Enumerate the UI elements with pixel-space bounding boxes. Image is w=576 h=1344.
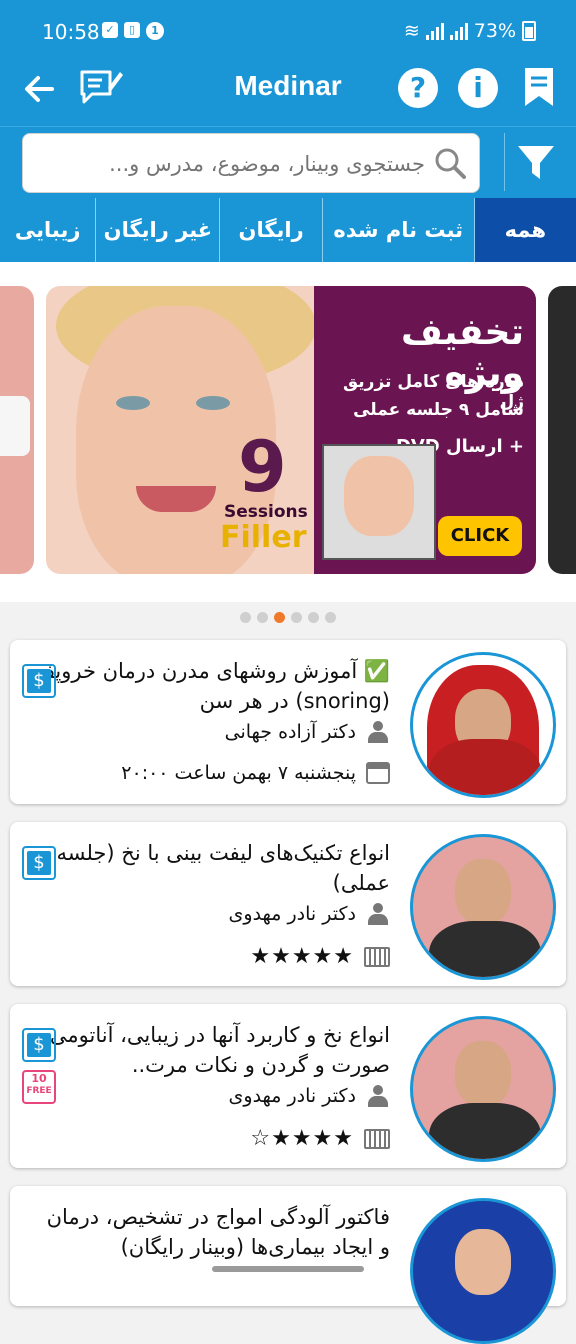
- carousel-dot[interactable]: [325, 612, 336, 623]
- rating-stars: ★★★★☆: [250, 1126, 354, 1151]
- search-input[interactable]: [33, 146, 427, 182]
- previous-banner-slide[interactable]: [0, 286, 34, 574]
- tab-free[interactable]: رایگان: [220, 198, 323, 262]
- gesture-nav-bar[interactable]: [212, 1266, 364, 1272]
- battery-icon: [522, 21, 536, 41]
- teacher-avatar: [410, 1016, 556, 1162]
- webinar-title: فاکتور آلودگی امواج در تشخیص، درمان و ای…: [46, 1205, 390, 1259]
- carousel-dot[interactable]: [257, 612, 268, 623]
- banner-click-button[interactable]: CLICK: [438, 516, 522, 556]
- webinar-card[interactable]: انواع نخ و کاربرد آنها در زیبایی، آناتوم…: [10, 1004, 566, 1168]
- filter-icon: [518, 146, 554, 179]
- teacher-icon: [366, 720, 390, 744]
- banner-slide[interactable]: 9 Sessions Filler تخفیف ویژه دوره های کا…: [46, 286, 536, 574]
- webinar-schedule: پنجشنبه ۷ بهمن ساعت ۲۰:۰۰: [121, 762, 356, 784]
- banner-number: 9: [238, 426, 287, 508]
- notification-count-badge: 1: [146, 22, 164, 40]
- webinar-title: انواع نخ و کاربرد آنها در زیبایی، آناتوم…: [49, 1023, 390, 1077]
- carousel-dot[interactable]: [308, 612, 319, 623]
- paid-badge: $: [22, 846, 56, 880]
- status-time: 10:58: [42, 20, 100, 44]
- app-bar: Medinar ? i: [0, 62, 576, 126]
- teacher-name: دکتر نادر مهدوی: [228, 1085, 356, 1107]
- banner-product-label: Filler: [220, 520, 307, 555]
- tab-beauty[interactable]: زیبایی: [0, 198, 97, 262]
- teacher-icon: [366, 902, 390, 926]
- sim-notification-icon: ▯: [124, 22, 140, 38]
- free-10-badge: 10 FREE: [22, 1070, 56, 1104]
- teacher-icon: [366, 1084, 390, 1108]
- teacher-name: دکتر آزاده جهانی: [224, 721, 356, 743]
- webinar-title: ✅ آموزش روشهای مدرن درمان خروپف (snoring…: [33, 659, 390, 713]
- dvd-cover-image: [322, 444, 436, 560]
- search-row: [0, 126, 576, 199]
- teacher-avatar: [410, 652, 556, 798]
- webinar-card[interactable]: فاکتور آلودگی امواج در تشخیص، درمان و ای…: [10, 1186, 566, 1344]
- paid-badge: $: [22, 1028, 56, 1062]
- dollar-icon: $: [27, 669, 51, 693]
- info-button[interactable]: i: [458, 68, 498, 108]
- dollar-icon: $: [27, 1033, 51, 1057]
- dollar-icon: $: [27, 851, 51, 875]
- status-bar: 10:58 ✓ ▯ 1 ≋ 73%: [0, 0, 576, 62]
- carousel-dot[interactable]: [240, 612, 251, 623]
- teacher-avatar: [410, 1198, 556, 1344]
- checkbox-notification-icon: ✓: [102, 22, 118, 38]
- paid-badge: $: [22, 664, 56, 698]
- webinar-title: انواع تکنیک‌های لیفت بینی با نخ (جلسه عم…: [56, 841, 390, 895]
- filter-button[interactable]: [516, 143, 556, 183]
- tab-paid[interactable]: غیر رایگان: [96, 198, 221, 262]
- banner-sessions-label: Sessions: [224, 502, 308, 522]
- calendar-icon: [366, 762, 390, 784]
- question-icon: ?: [409, 71, 427, 104]
- help-button[interactable]: ?: [398, 68, 438, 108]
- battery-level: 73%: [473, 20, 516, 42]
- bookmarks-button[interactable]: [522, 66, 556, 108]
- teacher-avatar: [410, 834, 556, 980]
- webinar-card[interactable]: انواع تکنیک‌های لیفت بینی با نخ (جلسه عم…: [10, 822, 566, 986]
- search-box[interactable]: [22, 133, 480, 193]
- carousel-indicator: [0, 612, 576, 626]
- bookmark-icon: [525, 68, 553, 106]
- carousel-dot-active[interactable]: [274, 612, 285, 623]
- info-icon: i: [473, 71, 483, 104]
- video-icon: [364, 946, 390, 967]
- signal-icon: [425, 22, 444, 40]
- banner-carousel[interactable]: 9 Sessions Filler تخفیف ویژه دوره های کا…: [0, 262, 576, 602]
- banner-line-2: شامل ۹ جلسه عملی: [353, 400, 524, 420]
- rating-stars: ★★★★★: [250, 944, 354, 969]
- video-icon: [364, 1128, 390, 1149]
- carousel-dot[interactable]: [291, 612, 302, 623]
- tab-all[interactable]: همه: [474, 198, 576, 262]
- search-icon: [435, 148, 466, 179]
- tab-registered[interactable]: ثبت نام شده: [323, 198, 475, 262]
- category-tabs: زیبایی غیر رایگان رایگان ثبت نام شده همه: [0, 198, 576, 262]
- webinar-card[interactable]: ✅ آموزش روشهای مدرن درمان خروپف (snoring…: [10, 640, 566, 804]
- teacher-name: دکتر نادر مهدوی: [228, 903, 356, 925]
- search-divider: [504, 133, 505, 191]
- next-banner-slide[interactable]: [548, 286, 576, 574]
- wifi-icon: ≋: [403, 20, 420, 42]
- signal-2-icon: [449, 22, 468, 40]
